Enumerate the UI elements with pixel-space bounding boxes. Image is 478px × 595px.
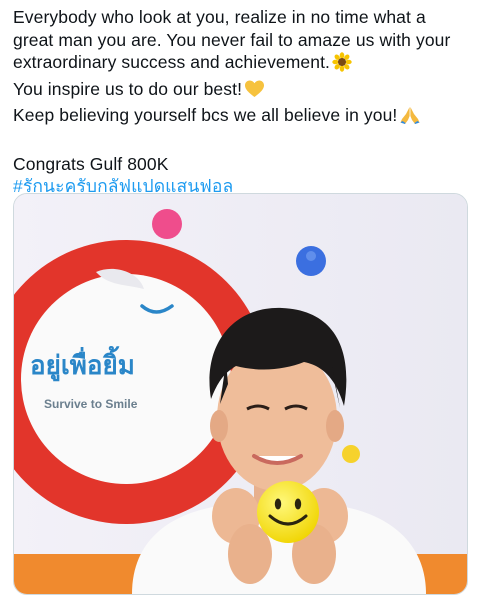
tweet-photo[interactable]: อยู่เพื่อยิ้ม Survive to Smile	[13, 193, 468, 595]
yellow-ball	[342, 445, 360, 463]
photo-illustration: อยู่เพื่อยิ้ม Survive to Smile	[14, 194, 467, 594]
tweet-line-4: You inspire us to do our best!	[13, 78, 473, 105]
tweet-text: Everybody who look at you, realize in no…	[13, 6, 473, 198]
tweet-line-3: extraordinary success and achievement.	[13, 51, 473, 78]
folded-hands-emoji	[399, 105, 421, 131]
logo-thai-text: อยู่เพื่อยิ้ม	[30, 345, 135, 382]
tweet-line-5: Keep believing yourself bcs we all belie…	[13, 104, 473, 131]
pink-ball	[152, 209, 182, 239]
tweet-line-2: great man you are. You never fail to ama…	[13, 29, 451, 50]
tweet-line-1: Everybody who look at you, realize in no…	[13, 7, 426, 27]
sunflower-emoji	[332, 52, 352, 78]
logo-tagline-text: Survive to Smile	[44, 397, 138, 411]
tweet-line-3-text: extraordinary success and achievement.	[13, 52, 331, 72]
tweet-line-4-text: You inspire us to do our best!	[13, 78, 243, 99]
congrats-text: Congrats Gulf 800K	[13, 153, 169, 174]
smiley-ball	[257, 481, 319, 543]
tweet-line-5-text: Keep believing yourself bcs we all belie…	[13, 105, 398, 125]
yellow-heart-emoji	[244, 79, 265, 105]
